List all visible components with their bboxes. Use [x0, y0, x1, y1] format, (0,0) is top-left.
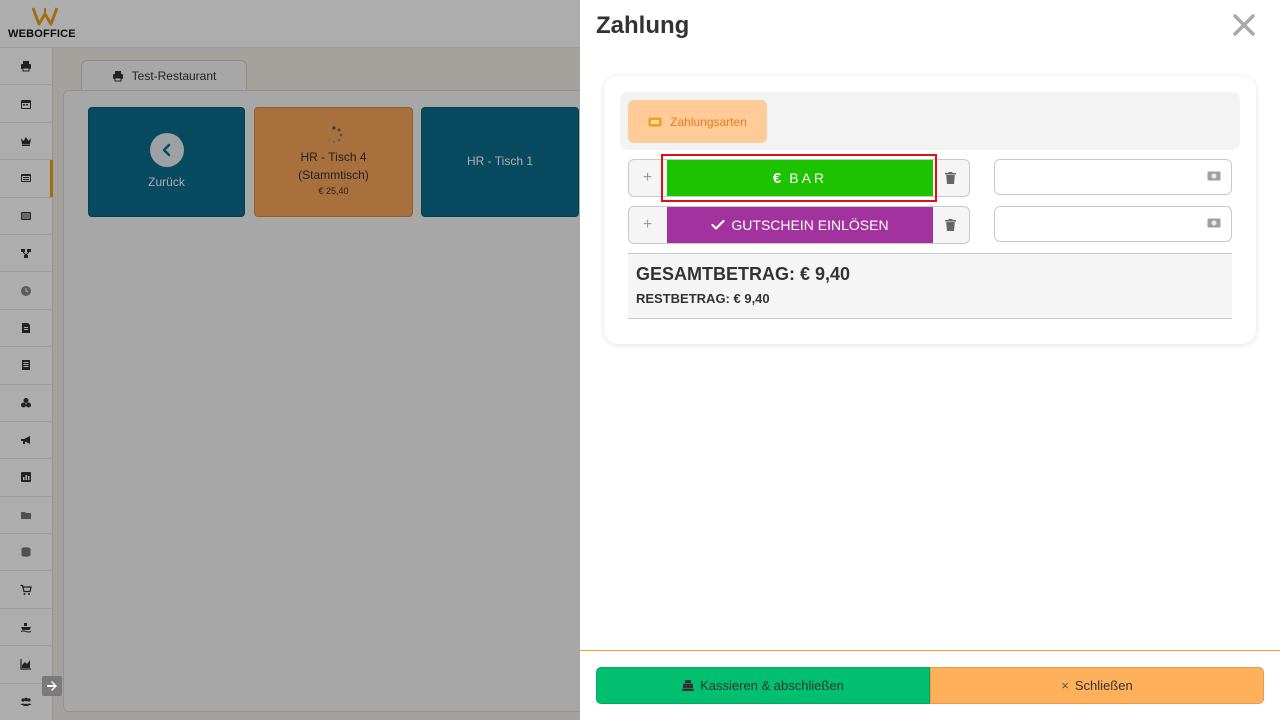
payment-methods-bar: Zahlungsarten [620, 92, 1240, 150]
payment-card: Zahlungsarten + € BAR + GUTSCHEIN EINLÖS… [604, 76, 1256, 344]
bar-payment-button[interactable]: € BAR [667, 160, 933, 196]
payment-row-bar: + € BAR [628, 159, 970, 197]
footer-divider [580, 650, 1280, 651]
add-bar-button[interactable]: + [629, 160, 666, 196]
close-label: Schließen [1074, 678, 1133, 693]
voucher-label: GUTSCHEIN EINLÖSEN [731, 217, 889, 233]
euro-icon: € [772, 169, 782, 187]
totals-box: GESAMTBETRAG: € 9,40 RESTBETRAG: € 9,40 [628, 253, 1232, 319]
drawer-title: Zahlung [596, 12, 690, 39]
close-drawer-button[interactable] [1231, 12, 1257, 38]
cash-register-icon [682, 680, 695, 691]
check-icon [711, 219, 726, 230]
money-bill-icon [1207, 171, 1221, 181]
remaining-amount: RESTBETRAG: € 9,40 [636, 291, 770, 306]
money-bill-icon [1207, 218, 1221, 228]
close-icon: × [1061, 678, 1069, 693]
checkout-label: Kassieren & abschließen [700, 678, 844, 693]
payment-methods-button[interactable]: Zahlungsarten [628, 100, 767, 143]
voucher-amount-field[interactable] [994, 206, 1232, 242]
bar-label: BAR [789, 170, 828, 186]
close-icon [1233, 14, 1255, 36]
checkout-button[interactable]: Kassieren & abschließen [596, 667, 930, 704]
arrow-right-icon [47, 681, 57, 691]
payment-row-voucher: + GUTSCHEIN EINLÖSEN [628, 206, 970, 244]
payment-methods-label: Zahlungsarten [670, 114, 747, 129]
expand-sidebar-button[interactable] [42, 676, 62, 696]
close-button[interactable]: × Schließen [930, 667, 1264, 704]
delete-voucher-button[interactable] [932, 207, 969, 243]
modal-backdrop[interactable] [0, 0, 580, 720]
voucher-amount-input[interactable] [995, 207, 1231, 241]
payment-drawer: Zahlung Zahlungsarten + € BAR + GUTSCHEI… [580, 0, 1280, 720]
delete-bar-button[interactable] [932, 160, 969, 196]
ticket-icon [648, 117, 662, 126]
total-amount: GESAMTBETRAG: € 9,40 [636, 264, 851, 284]
bar-amount-field[interactable] [994, 159, 1232, 195]
trash-icon [945, 219, 956, 231]
trash-icon [945, 172, 956, 184]
bar-amount-input[interactable] [995, 160, 1231, 194]
voucher-redeem-button[interactable]: GUTSCHEIN EINLÖSEN [667, 207, 933, 243]
add-voucher-button[interactable]: + [629, 207, 666, 243]
